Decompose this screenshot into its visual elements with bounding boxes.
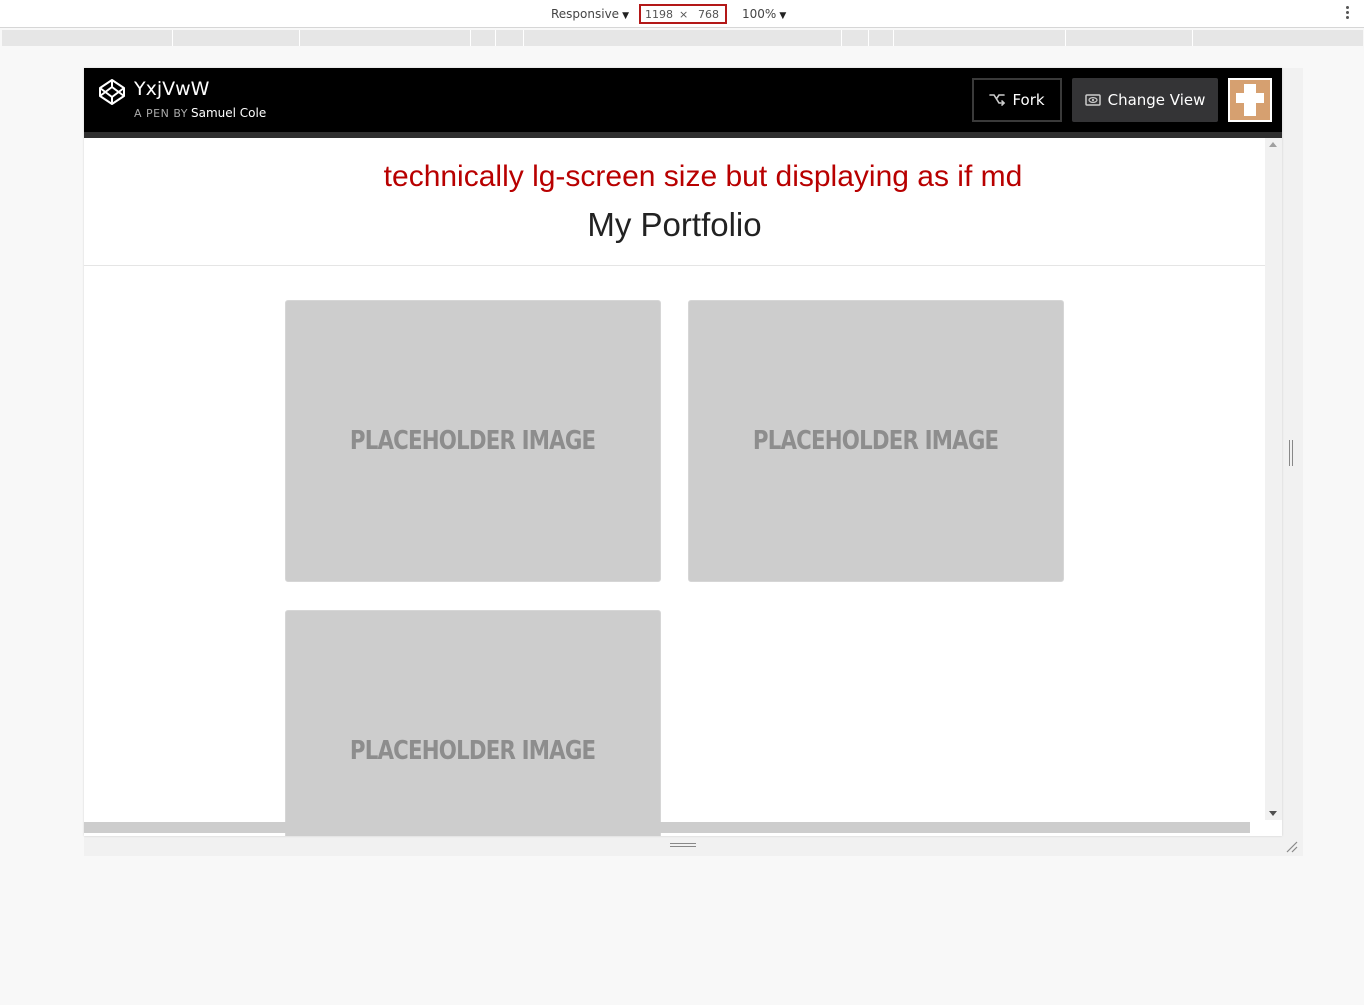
mq-divider [299, 30, 300, 46]
mq-divider [470, 30, 471, 46]
subtitle-text: technically lg-screen size but displayin… [383, 160, 1023, 193]
times-icon: × [679, 8, 689, 21]
height-input[interactable]: 768 [698, 8, 719, 21]
media-query-bar[interactable] [2, 30, 1363, 46]
mq-divider [172, 30, 173, 46]
bottom-resize-handle[interactable] [670, 843, 696, 851]
placeholder-label: PLACEHOLDER IMAGE [350, 426, 596, 456]
mq-divider [841, 30, 842, 46]
author-link[interactable]: Samuel Cole [191, 106, 266, 120]
device-label: Responsive [551, 7, 620, 21]
mq-divider [868, 30, 869, 46]
placeholder-image[interactable]: PLACEHOLDER IMAGE [285, 300, 661, 582]
zoom-label: 100% [742, 7, 777, 21]
dimensions-box: 1198 × 768 [639, 4, 727, 24]
change-view-label: Change View [1107, 91, 1206, 109]
mq-divider [1065, 30, 1066, 46]
title-divider [84, 265, 1265, 266]
mq-divider [893, 30, 894, 46]
devtools-device-toolbar: Responsive ▼ 1198 × 768 100% ▼ [0, 0, 1364, 28]
caret-down-icon: ▼ [622, 11, 629, 21]
pen-byline: A PEN BY Samuel Cole [134, 106, 266, 120]
caret-down-icon: ▼ [779, 11, 787, 21]
scroll-up-arrow-icon[interactable] [1269, 142, 1277, 147]
scroll-down-arrow-icon[interactable] [1269, 811, 1277, 816]
fork-button[interactable]: Fork [972, 78, 1062, 122]
mq-divider [523, 30, 524, 46]
horizontal-scrollbar[interactable] [84, 822, 1250, 833]
avatar-image [1230, 80, 1270, 120]
pen-title[interactable]: YxjVwW [134, 78, 209, 100]
placeholder-label: PLACEHOLDER IMAGE [753, 426, 999, 456]
byline-prefix: A PEN BY [134, 107, 188, 120]
eye-icon [1084, 94, 1101, 106]
more-options-icon[interactable] [1346, 6, 1350, 22]
placeholder-label: PLACEHOLDER IMAGE [350, 736, 596, 766]
width-input[interactable]: 1198 [645, 8, 673, 21]
portfolio-page: technically lg-screen size but displayin… [84, 138, 1265, 836]
fork-icon [989, 94, 1006, 106]
placeholder-image[interactable]: PLACEHOLDER IMAGE [285, 610, 661, 836]
emulated-viewport: YxjVwW A PEN BY Samuel Cole Fork Change V… [84, 68, 1282, 836]
device-select[interactable]: Responsive ▼ [551, 7, 629, 21]
placeholder-image[interactable]: PLACEHOLDER IMAGE [688, 300, 1064, 582]
zoom-select[interactable]: 100% ▼ [742, 7, 786, 21]
mq-divider [495, 30, 496, 46]
codepen-logo-icon[interactable] [98, 78, 126, 106]
mq-divider [1192, 30, 1193, 46]
user-avatar[interactable] [1228, 78, 1272, 122]
corner-resize-handle-icon[interactable] [1286, 841, 1298, 853]
codepen-header: YxjVwW A PEN BY Samuel Cole Fork Change V… [84, 68, 1282, 132]
fork-label: Fork [1012, 91, 1045, 109]
vertical-scrollbar[interactable] [1265, 138, 1282, 820]
change-view-button[interactable]: Change View [1072, 78, 1218, 122]
side-resize-handle[interactable] [1289, 440, 1295, 466]
page-title: My Portfolio [587, 206, 762, 243]
